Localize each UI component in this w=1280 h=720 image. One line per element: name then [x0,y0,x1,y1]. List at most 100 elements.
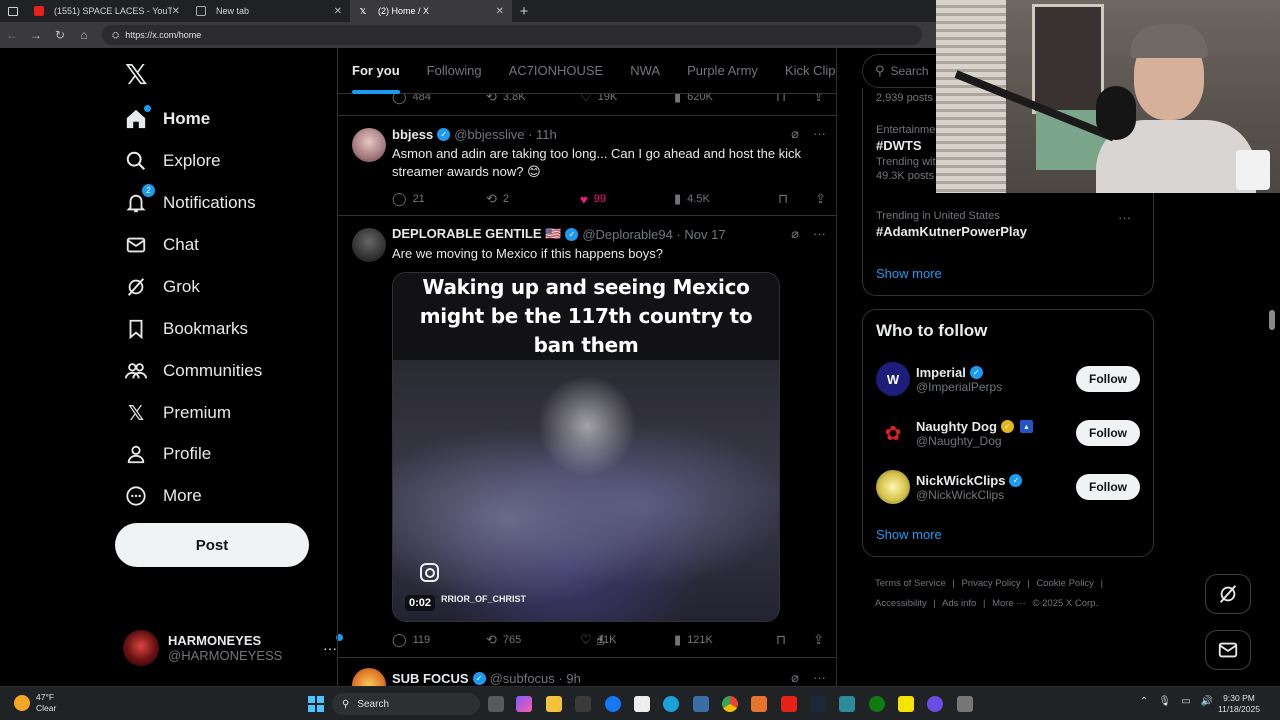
app-icon[interactable] [898,696,914,712]
footer-link[interactable]: Accessibility [875,598,927,609]
tab-ac7ionhouse[interactable]: AC7IONHOUSE [509,48,604,94]
grok-icon[interactable] [1205,574,1251,614]
repost-button[interactable]: ⟲ 2 [486,191,580,207]
clock[interactable]: 9:30 PM 11/18/2025 [1214,693,1264,715]
messages-icon[interactable] [1205,630,1251,670]
file-explorer-icon[interactable] [546,696,562,712]
url-field[interactable]: ⛭ https://x.com/home [102,25,922,45]
task-view-icon[interactable] [488,696,504,712]
follow-button[interactable]: Follow [1076,420,1140,446]
tweet-author-name[interactable]: DEPLORABLE GENTILE 🇺🇸 [392,226,561,242]
footer-link[interactable]: Ads info [942,598,976,609]
tab-close-icon[interactable]: ✕ [496,6,504,17]
forward-icon[interactable]: → [24,28,48,42]
grok-icon[interactable]: ⌀ [791,670,799,686]
views-button[interactable]: ▮ 4.5K [674,191,768,207]
more-dots-icon[interactable]: ··· [323,634,343,656]
tab-kick-clips[interactable]: Kick Clips [785,48,836,94]
bookmark-icon[interactable]: ⊓ [778,191,788,207]
back-icon[interactable]: ← [0,28,24,42]
like-button[interactable]: ♥ 99 [580,192,674,207]
tab-purple-army[interactable]: Purple Army [687,48,758,94]
obs-icon[interactable] [927,696,943,712]
follow-suggestion[interactable]: NickWickClips ✓ @NickWickClips Follow [876,467,1140,507]
copilot-icon[interactable] [516,696,532,712]
browser-tab-youtube[interactable]: (1551) SPACE LACES - YouTube ✕ [26,0,188,22]
tab-close-icon[interactable]: ✕ [172,6,180,17]
share-icon[interactable]: ⇪ [815,191,826,207]
nav-more[interactable]: More [123,475,202,517]
footer-link[interactable]: Cookie Policy [1036,578,1094,589]
account-switcher[interactable]: HARMONEYES @HARMONEYESS ··· [123,626,343,670]
settings-icon[interactable] [957,696,973,712]
home-icon[interactable]: ⌂ [72,28,96,42]
tweet-handle[interactable]: @Deplorable94 · Nov 17 [582,227,725,242]
chevron-up-icon[interactable]: ⌃ [1140,696,1148,707]
facebook-icon[interactable] [605,696,621,712]
calculator-icon[interactable] [693,696,709,712]
network-icon[interactable]: ▭ [1181,696,1190,707]
tab-close-icon[interactable]: ✕ [334,6,342,17]
reply-button[interactable]: ◯ 119 [392,632,486,648]
window-menu-icon[interactable] [0,0,26,22]
nav-explore[interactable]: Explore [123,140,221,182]
tweet-video[interactable]: Waking up and seeing Mexico might be the… [392,272,780,622]
nav-notifications[interactable]: 2 Notifications [123,182,256,224]
trends-show-more[interactable]: Show more [876,266,942,281]
grok-icon[interactable]: ⌀ [791,226,799,242]
who-to-follow-show-more[interactable]: Show more [876,527,942,542]
tweet[interactable]: SUB FOCUS ✓ @subfocus · 9h ⌀ ··· [338,658,836,686]
bookmark-icon[interactable]: ⊓ [776,632,786,648]
tweet-author-name[interactable]: bbjess [392,127,433,142]
tweet-handle[interactable]: @bbjesslive · 11h [454,127,557,142]
tweet-author-name[interactable]: SUB FOCUS [392,671,469,686]
follow-suggestion[interactable]: ✿ Naughty Dog ✓ ▴ @Naughty_Dog Follow [876,413,1140,453]
like-button[interactable]: ♡ 11K [580,632,674,648]
tab-nwa[interactable]: NWA [630,48,660,94]
new-tab-button[interactable]: + [512,3,536,20]
reload-icon[interactable]: ↻ [48,28,72,42]
app-icon[interactable] [751,696,767,712]
x-logo-icon[interactable]: 𝕏 [125,58,148,91]
avatar[interactable] [352,228,386,262]
app-icon[interactable] [839,696,855,712]
windows-start-icon[interactable] [308,696,324,712]
youtube-icon[interactable] [781,696,797,712]
chrome-icon[interactable] [722,696,738,712]
mic-icon[interactable]: 🎙 [1158,696,1171,707]
taskbar-search[interactable]: ⚲ Search [332,693,480,715]
browser-tab-newtab[interactable]: New tab ✕ [188,0,350,22]
follow-button[interactable]: Follow [1076,474,1140,500]
amazon-icon[interactable] [634,696,650,712]
steam-icon[interactable] [810,696,826,712]
tab-following[interactable]: Following [427,48,482,94]
nav-home[interactable]: Home [123,98,210,140]
views-button[interactable]: ▮ 121K [674,632,768,648]
nav-chat[interactable]: Chat [123,224,199,266]
follow-suggestion[interactable]: W Imperial ✓ @ImperialPerps Follow [876,359,1140,399]
volume-icon[interactable]: 🔊 [1201,696,1213,707]
footer-link[interactable]: Privacy Policy [962,578,1021,589]
tweet[interactable]: bbjess ✓ @bbjesslive · 11h ⌀ ··· Asmon an… [338,116,836,216]
footer-link[interactable]: Terms of Service [875,578,946,589]
edge-icon[interactable] [663,696,679,712]
tweet[interactable]: DEPLORABLE GENTILE 🇺🇸 ✓ @Deplorable94 · … [338,216,836,658]
nav-communities[interactable]: Communities [123,350,262,392]
repost-button[interactable]: ⟲ 765 [486,632,580,648]
grok-icon[interactable]: ⌀ [791,126,799,142]
footer-link[interactable]: More ··· [992,598,1026,609]
nav-bookmarks[interactable]: Bookmarks [123,308,248,350]
nav-profile[interactable]: Profile [123,433,211,475]
store-icon[interactable] [575,696,591,712]
weather-widget[interactable]: 47°F Clear [14,692,56,714]
xbox-icon[interactable] [869,696,885,712]
more-dots-icon[interactable]: ··· [813,670,826,686]
post-button[interactable]: Post [115,523,309,567]
more-dots-icon[interactable]: ··· [813,126,826,142]
site-info-icon[interactable]: ⛭ [112,30,119,41]
tweet-handle[interactable]: @subfocus · 9h [490,671,581,686]
more-dots-icon[interactable]: ··· [1118,210,1131,225]
reply-button[interactable]: ◯ 21 [392,191,486,207]
follow-button[interactable]: Follow [1076,366,1140,392]
more-dots-icon[interactable]: ··· [813,226,826,242]
